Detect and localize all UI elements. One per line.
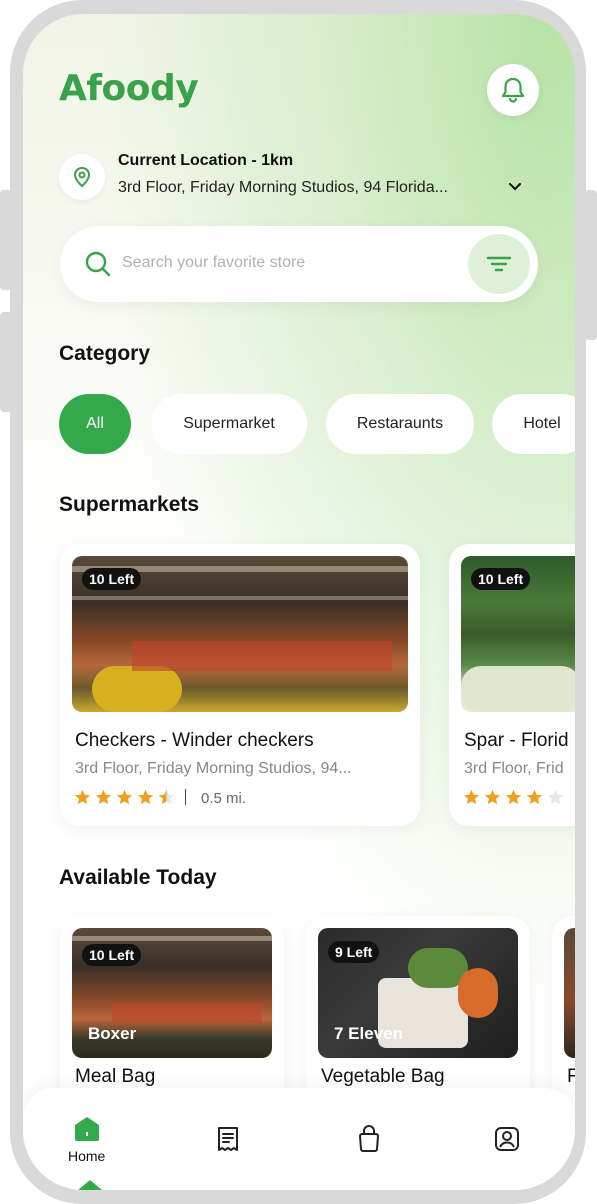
search-input[interactable]: Search your favorite store [122, 254, 305, 272]
location-pin-button[interactable] [59, 154, 105, 200]
stock-badge: 10 Left [82, 568, 142, 590]
shopping-bag-icon [359, 1125, 379, 1152]
store-name: Boxer [88, 1024, 137, 1043]
nav-home-label: Home [68, 1148, 106, 1164]
category-title: Category [59, 342, 151, 365]
bag-name: Meal Bag [75, 1066, 156, 1087]
rating-stars [463, 789, 564, 805]
store-name: Spar - Florid [464, 730, 569, 751]
star-icon [116, 789, 133, 805]
bell-icon [501, 77, 525, 103]
nav-bag[interactable] [357, 1125, 381, 1153]
store-address: 3rd Floor, Frid [464, 760, 564, 777]
divider [185, 789, 186, 805]
bag-name: F [567, 1066, 575, 1087]
star-icon [95, 789, 112, 805]
side-button [0, 190, 12, 290]
nav-profile[interactable] [494, 1126, 520, 1152]
star-icon [463, 789, 480, 805]
chip-hotel[interactable]: Hotel [492, 394, 575, 454]
side-button [585, 190, 597, 340]
active-indicator [78, 1180, 102, 1190]
chevron-down-icon[interactable] [508, 182, 522, 192]
bag-card[interactable]: F [552, 916, 575, 1116]
bag-card[interactable]: 10 Left Boxer Meal Bag [60, 916, 284, 1116]
search-icon [85, 251, 111, 277]
location-title: Current Location - 1km [118, 152, 294, 169]
available-today-title: Available Today [59, 866, 217, 889]
chip-supermarket[interactable]: Supermarket [151, 394, 307, 454]
supermarkets-title: Supermarkets [59, 493, 200, 516]
star-icon [505, 789, 522, 805]
bottom-nav: Home [23, 1088, 575, 1190]
bag-card[interactable]: 9 Left 7 Eleven Vegetable Bag [306, 916, 530, 1116]
profile-icon [495, 1127, 519, 1151]
supermarket-card[interactable]: 10 Left Spar - Florid 3rd Floor, Frid [449, 544, 575, 826]
nav-orders[interactable] [217, 1126, 239, 1152]
chip-restaurants[interactable]: Restaraunts [326, 394, 474, 454]
bag-image [564, 928, 575, 1058]
home-icon [74, 1117, 99, 1141]
star-empty-icon [547, 789, 564, 805]
store-address: 3rd Floor, Friday Morning Studios, 94... [75, 760, 352, 777]
location-address[interactable]: 3rd Floor, Friday Morning Studios, 94 Fl… [118, 179, 448, 197]
stock-badge: 10 Left [82, 944, 142, 966]
notifications-button[interactable] [487, 64, 539, 116]
stock-badge: 9 Left [328, 941, 380, 963]
rating-stars [74, 789, 192, 805]
app-logo: Afoody [59, 68, 199, 109]
search-bar[interactable]: Search your favorite store [60, 226, 538, 302]
store-distance: 0.5 mi. [201, 790, 247, 807]
star-icon [137, 789, 154, 805]
supermarket-card[interactable]: 10 Left Checkers - Winder checkers 3rd F… [60, 544, 420, 826]
filter-button[interactable] [468, 234, 530, 294]
stock-badge: 10 Left [471, 568, 531, 590]
store-name: 7 Eleven [334, 1024, 403, 1043]
store-name: Checkers - Winder checkers [75, 730, 314, 751]
star-icon [74, 789, 91, 805]
receipt-icon [218, 1127, 238, 1151]
chip-all[interactable]: All [59, 394, 131, 454]
filter-icon [486, 256, 512, 272]
location-pin-icon [73, 166, 91, 188]
nav-home[interactable]: Home [68, 1116, 105, 1164]
side-button [0, 312, 12, 412]
star-icon [484, 789, 501, 805]
bag-name: Vegetable Bag [321, 1066, 445, 1087]
star-icon [526, 789, 543, 805]
app-screen: Afoody Current Location - 1km 3rd Floor,… [23, 14, 575, 1190]
star-half-icon [158, 789, 175, 805]
